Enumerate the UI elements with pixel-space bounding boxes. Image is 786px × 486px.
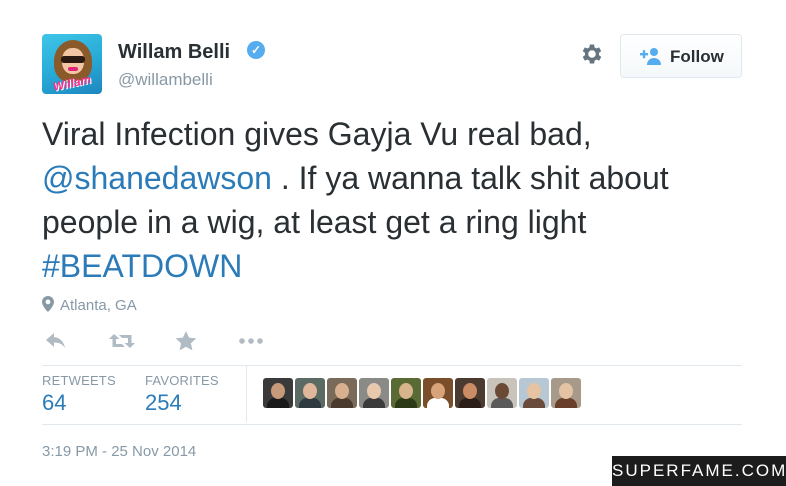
gear-icon[interactable] [579,41,605,67]
tweet-line-1: Viral Infection gives Gayja Vu real bad, [42,116,592,152]
hashtag-link[interactable]: #BEATDOWN [42,248,242,284]
more-dots-icon[interactable] [237,330,265,352]
reply-icon[interactable] [44,330,68,352]
favoriter-avatar-head [367,383,381,399]
tweet-timestamp[interactable]: 3:19 PM - 25 Nov 2014 [42,443,196,460]
tweet-line-2-rest: . If ya wanna talk shit about [271,160,669,196]
location-text: Atlanta, GA [60,297,137,314]
favoriter-avatar-body [267,398,289,408]
tweet-line-2: @shanedawson . If ya wanna talk shit abo… [42,156,762,200]
favoriter-avatar-head [271,383,285,399]
follow-button-label: Follow [670,47,724,66]
avatar[interactable]: Willam [42,34,102,94]
favoriter-avatar-head [527,383,541,399]
stats-top-divider [42,365,742,366]
user-display-name[interactable]: Willam Belli [118,41,230,64]
favoriter-avatar[interactable] [391,378,421,408]
favoriter-avatar[interactable] [295,378,325,408]
tweet-text: Viral Infection gives Gayja Vu real bad,… [42,112,762,288]
tweet-location[interactable]: Atlanta, GA [42,296,137,314]
favoriter-avatar-body [555,398,577,408]
favoriter-avatar[interactable] [423,378,453,408]
favoriter-avatar-head [495,383,509,399]
add-person-icon [640,48,661,65]
favoriter-avatar-body [395,398,417,408]
favoriter-avatar-head [335,383,349,399]
favoriter-avatar[interactable] [327,378,357,408]
favoriter-avatar[interactable] [263,378,293,408]
avatar-lips [68,67,78,71]
favoriter-avatar-body [427,398,449,408]
favoriter-avatar[interactable] [519,378,549,408]
favoriter-avatar-head [559,383,573,399]
favoriter-avatar-body [363,398,385,408]
favorites-label: FAVORITES [145,373,219,388]
favorite-star-icon[interactable] [174,330,198,352]
favoriter-avatar-body [491,398,513,408]
retweets-label: RETWEETS [42,373,116,388]
favoriter-avatar-body [331,398,353,408]
stats-bottom-divider [42,424,742,425]
favoriter-avatar[interactable] [487,378,517,408]
favoriter-avatar-head [463,383,477,399]
location-pin-icon [42,296,54,312]
favoriter-avatar[interactable] [551,378,581,408]
favoriter-avatar-body [523,398,545,408]
favoriter-avatar-head [399,383,413,399]
favoriter-avatar[interactable] [359,378,389,408]
tweet-line-3: people in a wig, at least get a ring lig… [42,204,587,240]
user-handle[interactable]: @willambelli [118,70,213,90]
favoriter-avatar-body [299,398,321,408]
mention-link[interactable]: @shanedawson [42,160,272,196]
favoriter-avatar[interactable] [455,378,485,408]
avatar-sunglasses [61,56,85,63]
retweet-icon[interactable] [108,330,136,352]
favoriter-avatar-head [431,383,445,399]
retweets-count[interactable]: 64 [42,390,66,416]
watermark: SUPERFAME.COM [612,456,786,486]
stats-vertical-divider [246,366,247,422]
follow-button[interactable]: Follow [620,34,742,78]
favoriter-avatar-body [459,398,481,408]
favoriter-avatar-head [303,383,317,399]
favorites-count[interactable]: 254 [145,390,182,416]
verified-badge-icon: ✓ [247,41,265,59]
